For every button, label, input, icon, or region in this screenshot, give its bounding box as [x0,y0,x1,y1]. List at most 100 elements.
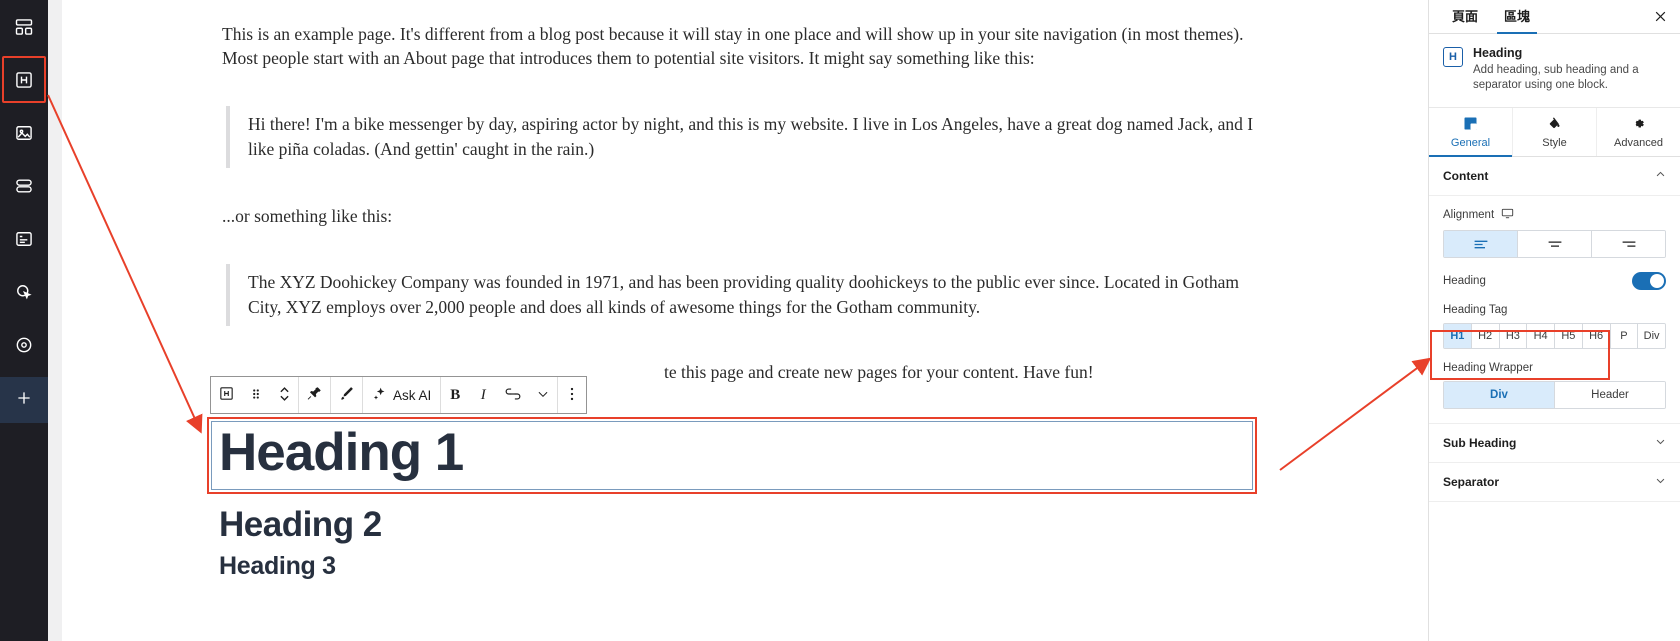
block-toolbar: Ask AI B I [210,376,588,414]
heading-wrapper-div[interactable]: Div [1444,382,1555,408]
align-right-button[interactable] [1592,231,1665,257]
heading-2-text[interactable]: Heading 2 [219,505,382,545]
tab-block[interactable]: 區塊 [1491,6,1543,34]
block-options-button[interactable] [558,377,586,413]
heading-1-text[interactable]: Heading 1 [219,420,464,486]
sidebar-item-layout[interactable] [0,0,48,53]
blockquote-two[interactable]: The XYZ Doohickey Company was founded in… [226,264,1258,326]
italic-button[interactable]: I [469,377,497,413]
align-center-button[interactable] [1518,231,1592,257]
tab-page[interactable]: 頁面 [1439,6,1491,33]
bold-button[interactable]: B [441,377,469,413]
chevron-up-icon [1655,169,1666,183]
paragraph-tail-text[interactable]: te this page and create new pages for yo… [664,360,1094,384]
card-icon [14,229,34,249]
more-formats-button[interactable] [529,377,557,413]
section-sub-heading-title: Sub Heading [1443,436,1517,450]
heading-toggle-switch[interactable] [1632,272,1666,290]
heading-tag-h4[interactable]: H4 [1527,324,1555,348]
blockquote-one-text: Hi there! I'm a bike messenger by day, a… [248,114,1254,159]
subtab-advanced[interactable]: Advanced [1597,108,1680,156]
drag-handle-icon [249,386,263,405]
alignment-segmented-control [1443,230,1666,258]
heading-wrapper-label: Heading Wrapper [1443,362,1533,374]
ask-ai-label: Ask AI [393,387,432,403]
chevron-down-icon [1655,436,1666,450]
heading-3-text[interactable]: Heading 3 [219,551,336,581]
toolbar-group-block [211,377,299,413]
interaction-icon [14,282,34,302]
heading-tag-field: Heading Tag H1 H2 H3 H4 H5 H6 P Div [1429,302,1680,349]
align-left-button[interactable] [1444,231,1518,257]
block-settings-panel: 頁面 區塊 H Heading Add heading, sub heading… [1428,0,1680,641]
left-icon-rail [0,0,48,641]
heading-tag-h5[interactable]: H5 [1555,324,1583,348]
section-separator-title: Separator [1443,475,1500,489]
heading-block-badge-icon: H [1443,47,1463,67]
alignment-label-row: Alignment [1443,207,1666,223]
paragraph-or-something[interactable]: ...or something like this: [222,204,1258,228]
chevron-down-icon [1655,475,1666,489]
heading-wrapper-header[interactable]: Header [1555,382,1665,408]
settings-icon [14,335,34,355]
alignment-field: Alignment [1429,196,1680,258]
document-body: This is an example page. It's different … [62,22,1428,396]
alignment-label: Alignment [1443,209,1495,221]
sidebar-item-heading[interactable] [0,53,48,106]
link-button[interactable] [497,377,529,413]
subtab-general[interactable]: General [1429,108,1513,157]
toolbar-group-pin [299,377,331,413]
link-icon [504,385,522,406]
chevron-down-icon [536,387,550,404]
sidebar-item-list[interactable] [0,159,48,212]
move-updown-button[interactable] [270,377,298,413]
subtab-advanced-label: Advanced [1614,137,1663,149]
desktop-icon[interactable] [1501,207,1514,223]
chevron-updown-icon [278,384,291,407]
list-icon [14,176,34,196]
pin-button[interactable] [299,377,330,413]
paragraph-intro[interactable]: This is an example page. It's different … [222,22,1258,70]
section-content-header[interactable]: Content [1429,157,1680,196]
heading-toggle-label: Heading [1443,275,1486,287]
blockquote-one[interactable]: Hi there! I'm a bike messenger by day, a… [226,106,1258,168]
subtab-style-label: Style [1542,137,1567,149]
section-separator-header[interactable]: Separator [1429,463,1680,502]
block-info-card: H Heading Add heading, sub heading and a… [1429,34,1680,108]
close-icon[interactable] [1650,6,1670,26]
heading-wrapper-segmented-control: Div Header [1443,381,1666,409]
subtab-style[interactable]: Style [1513,108,1597,156]
paint-bucket-icon [1513,116,1596,132]
heading-tag-h3[interactable]: H3 [1499,324,1528,348]
ask-ai-button[interactable]: Ask AI [363,377,440,413]
plus-icon [15,389,33,412]
heading-tag-h2[interactable]: H2 [1471,324,1500,348]
block-title: Heading [1473,46,1523,60]
drag-handle-button[interactable] [242,377,270,413]
blockquote-two-text: The XYZ Doohickey Company was founded in… [248,272,1239,317]
heading-tag-segmented-control: H1 H2 H3 H4 H5 H6 P Div [1443,323,1666,349]
brush-icon [338,385,355,405]
sidebar-item-card[interactable] [0,212,48,265]
block-description: Add heading, sub heading and a separator… [1473,64,1639,91]
sidebar-item-interaction[interactable] [0,265,48,318]
sidebar-item-settings[interactable] [0,318,48,371]
heading-tag-h1[interactable]: H1 [1444,324,1472,348]
block-type-button[interactable] [211,377,242,413]
image-icon [14,123,34,143]
toolbar-group-brush [331,377,363,413]
toolbar-group-format: B I [441,377,559,413]
toolbar-group-options [558,377,586,413]
brush-button[interactable] [331,377,362,413]
heading-block-icon [218,385,235,405]
heading-tag-p[interactable]: P [1610,324,1639,348]
panel-tab-bar: 頁面 區塊 [1429,0,1680,34]
heading-tag-label: Heading Tag [1443,304,1508,316]
heading-wrapper-field: Heading Wrapper Div Header [1429,349,1680,409]
add-block-button[interactable] [0,377,48,423]
subtab-general-label: General [1450,137,1491,149]
section-sub-heading-header[interactable]: Sub Heading [1429,424,1680,463]
sidebar-item-image[interactable] [0,106,48,159]
heading-tag-h6[interactable]: H6 [1582,324,1611,348]
heading-tag-div[interactable]: Div [1638,324,1665,348]
